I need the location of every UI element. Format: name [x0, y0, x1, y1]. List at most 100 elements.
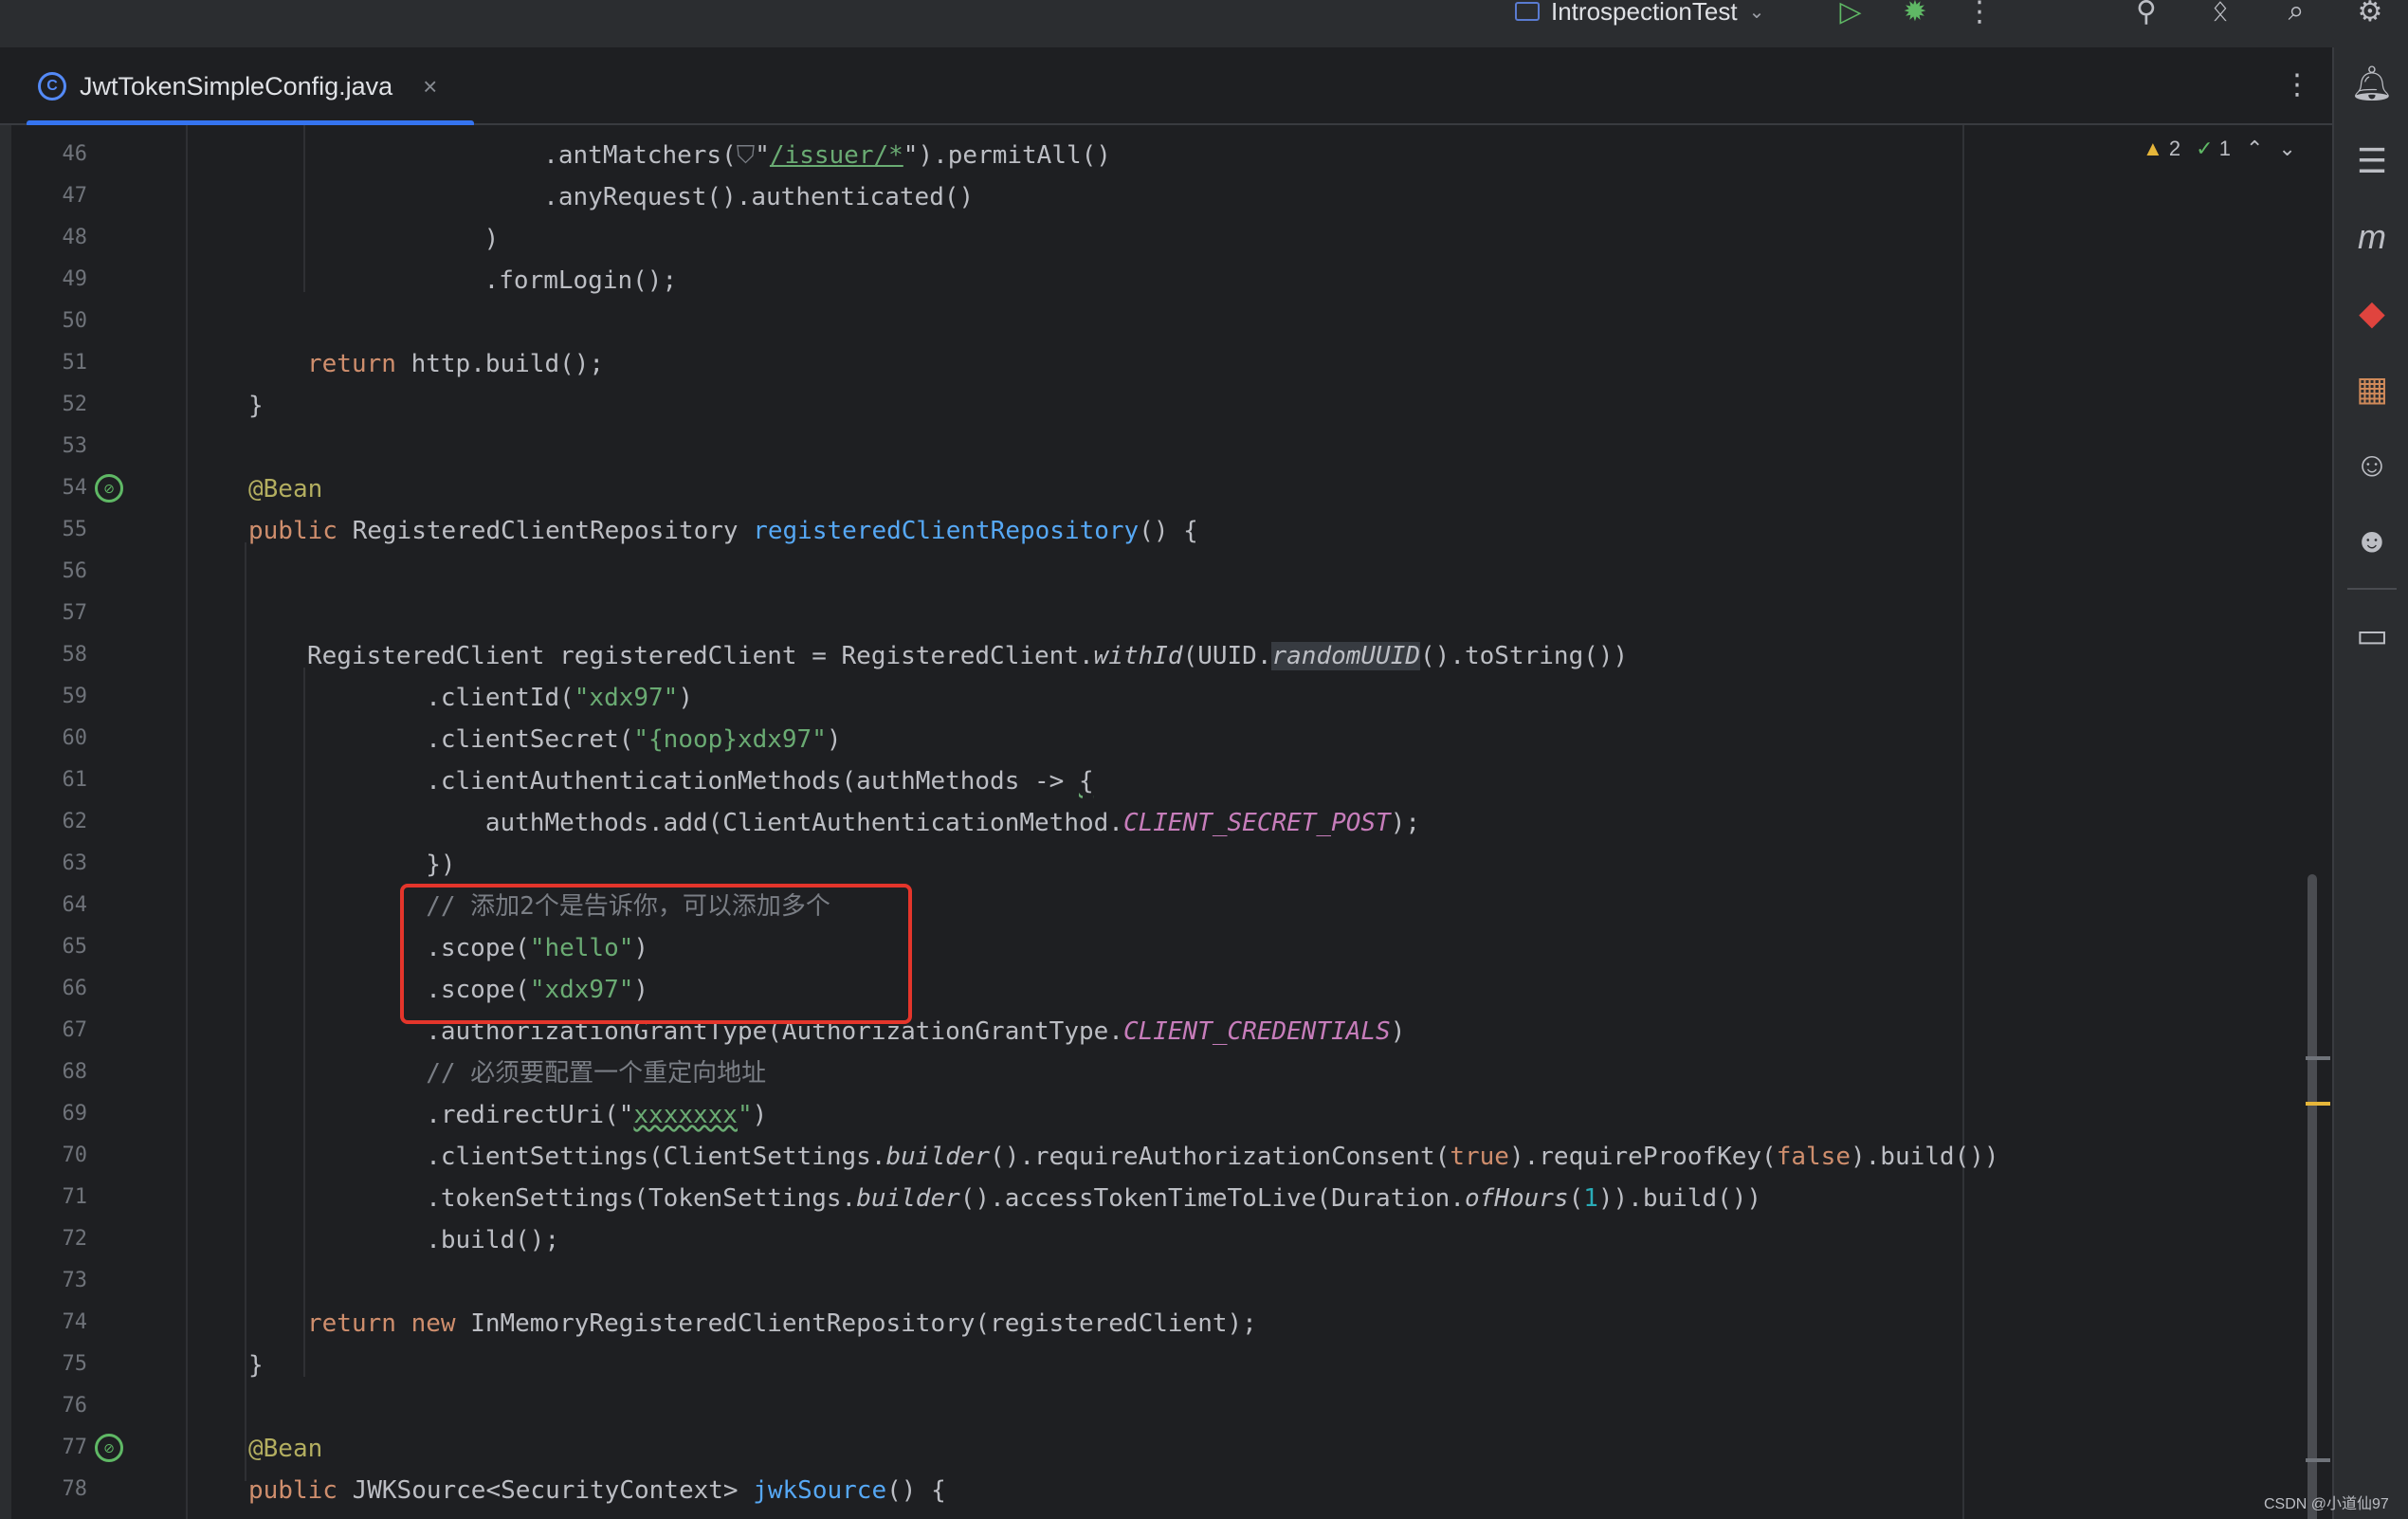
close-icon[interactable]: × [423, 72, 437, 101]
ok-count[interactable]: ✓ 1 [2196, 137, 2231, 161]
scroll-marker [2306, 1458, 2330, 1462]
maven-icon[interactable]: m [2349, 214, 2395, 260]
line-number: 63 [62, 851, 88, 875]
code-line: public RegisteredClientRepository regist… [248, 510, 1198, 552]
code-token: authMethods.add(ClientAuthenticationMeth… [307, 809, 1123, 837]
translate-icon[interactable]: ᛟ [2201, 0, 2239, 27]
code-token: return [307, 350, 411, 378]
code-token: 1 [1583, 1184, 1598, 1213]
bean-gutter-icon[interactable]: ⊘ [95, 1434, 123, 1462]
chevron-down-icon: ⌄ [1748, 1, 1765, 23]
code-line: .formLogin(); [425, 260, 678, 302]
line-number: 46 [62, 142, 88, 166]
tab-more-icon[interactable]: ⋮ [2283, 68, 2311, 101]
warning-count[interactable]: ▲ 2 [2143, 137, 2180, 161]
code-token: } [248, 392, 264, 420]
run-configuration-selector[interactable]: IntrospectionTest ⌄ [1515, 0, 1765, 26]
code-line: // 必须要配置一个重定向地址 [307, 1052, 766, 1094]
code-token: " [618, 1101, 634, 1129]
code-token: registeredClientRepository [753, 517, 1140, 545]
code-token: InMemoryRegisteredClientRepository(regis… [470, 1309, 1257, 1338]
code-token: .build(); [307, 1226, 560, 1254]
indent-guide [186, 125, 188, 1519]
code-token: { [1078, 767, 1094, 796]
code-token: ().toString()) [1420, 642, 1629, 670]
line-number: 56 [62, 559, 88, 583]
line-number: 55 [62, 518, 88, 541]
code-token: " [737, 1101, 753, 1129]
code-line: return http.build(); [307, 343, 604, 385]
translation-panel-icon[interactable]: ▭ [2349, 613, 2395, 658]
code-token: .tokenSettings(TokenSettings. [307, 1184, 857, 1213]
previous-highlight-icon[interactable]: ⌃ [2246, 137, 2263, 161]
title-bar: IntrospectionTest ⌄ ▷ ✹ ⋮ ⚲ ᛟ ⌕ ⚙ [0, 0, 2408, 47]
code-token: ) [678, 684, 693, 712]
line-number: 70 [62, 1144, 88, 1167]
line-number: 69 [62, 1102, 88, 1126]
tab-jwt-token-simple-config[interactable]: C JwtTokenSimpleConfig.java × [13, 47, 474, 127]
line-number: 59 [62, 685, 88, 708]
line-number: 49 [62, 267, 88, 291]
vertical-scrollbar[interactable] [2308, 874, 2317, 1519]
add-user-icon[interactable]: ⚲ [2127, 0, 2165, 27]
code-editor[interactable]: ▲ 2 ✓ 1 ⌃ ⌄ 46 .antMatchers(⛉"/issuer/*"… [0, 125, 2332, 1519]
check-icon: ✓ [2196, 137, 2214, 160]
code-line: .clientSecret("{noop}xdx97") [307, 719, 841, 760]
line-number: 77 [62, 1436, 88, 1459]
tab-label: JwtTokenSimpleConfig.java [80, 71, 393, 101]
line-number: 68 [62, 1060, 88, 1084]
line-number: 67 [62, 1018, 88, 1042]
bean-gutter-icon[interactable]: ⊘ [95, 474, 123, 503]
code-token: () { [886, 1476, 946, 1505]
code-token: RegisteredClient registeredClient = Regi… [307, 642, 1094, 670]
line-number: 62 [62, 810, 88, 833]
line-number: 65 [62, 935, 88, 959]
code-token: .anyRequest().authenticated() [425, 183, 975, 211]
run-config-icon [1515, 2, 1540, 21]
code-line: } [248, 1345, 264, 1386]
settings-icon[interactable]: ⚙ [2351, 0, 2389, 27]
code-token: @Bean [248, 1435, 323, 1463]
copilot-chat-icon[interactable]: ☻ [2349, 518, 2395, 563]
code-token: ).requireProofKey( [1508, 1143, 1777, 1171]
search-icon[interactable]: ⌕ [2277, 0, 2315, 27]
code-token: .redirectUri( [307, 1101, 619, 1129]
inspection-widget[interactable]: ▲ 2 ✓ 1 ⌃ ⌄ [2143, 137, 2296, 161]
code-token: @Bean [248, 475, 323, 503]
right-margin-guide [1962, 125, 1964, 1519]
code-token: public [248, 1476, 353, 1505]
next-highlight-icon[interactable]: ⌄ [2278, 137, 2295, 161]
line-number: 54 [62, 476, 88, 500]
code-line: .antMatchers(⛉"/issuer/*").permitAll() [425, 135, 1111, 176]
plugin-box-icon[interactable]: ▦ [2349, 366, 2395, 412]
line-number: 72 [62, 1227, 88, 1251]
code-line: return new InMemoryRegisteredClientRepos… [307, 1303, 1257, 1345]
code-line: .tokenSettings(TokenSettings.builder().a… [307, 1178, 1761, 1219]
line-number: 51 [62, 351, 88, 375]
run-icon[interactable]: ▷ [1832, 0, 1870, 27]
code-token: .formLogin(); [425, 266, 678, 295]
code-line: public JWKSource<SecurityContext> jwkSou… [248, 1470, 946, 1511]
line-number: 47 [62, 184, 88, 208]
database-icon[interactable]: ☰ [2349, 138, 2395, 184]
warning-marker [2306, 1102, 2330, 1106]
code-token: ofHours [1464, 1184, 1569, 1213]
plugin-bird-icon[interactable]: ◆ [2349, 290, 2395, 336]
code-token: ) [1390, 1017, 1406, 1046]
notifications-icon[interactable]: 🔔︎ [2349, 61, 2395, 106]
copilot-icon[interactable]: ☺ [2349, 442, 2395, 487]
code-token: jwkSource [753, 1476, 887, 1505]
code-line: RegisteredClient registeredClient = Regi… [307, 635, 1628, 677]
line-number: 78 [62, 1477, 88, 1501]
code-line: .clientAuthenticationMethods(authMethods… [307, 760, 1094, 802]
more-vertical-icon[interactable]: ⋮ [1961, 0, 1998, 27]
line-number: 73 [62, 1269, 88, 1292]
code-line: authMethods.add(ClientAuthenticationMeth… [307, 802, 1420, 844]
code-token: // 必须要配置一个重定向地址 [307, 1059, 767, 1088]
debug-icon[interactable]: ✹ [1896, 0, 1934, 27]
code-line: @Bean [248, 468, 322, 510]
code-token: ().accessTokenTimeToLive(Duration. [959, 1184, 1465, 1213]
code-token: ) [425, 225, 500, 253]
code-token: /issuer/* [769, 141, 903, 170]
code-token: http.build(); [410, 350, 605, 378]
